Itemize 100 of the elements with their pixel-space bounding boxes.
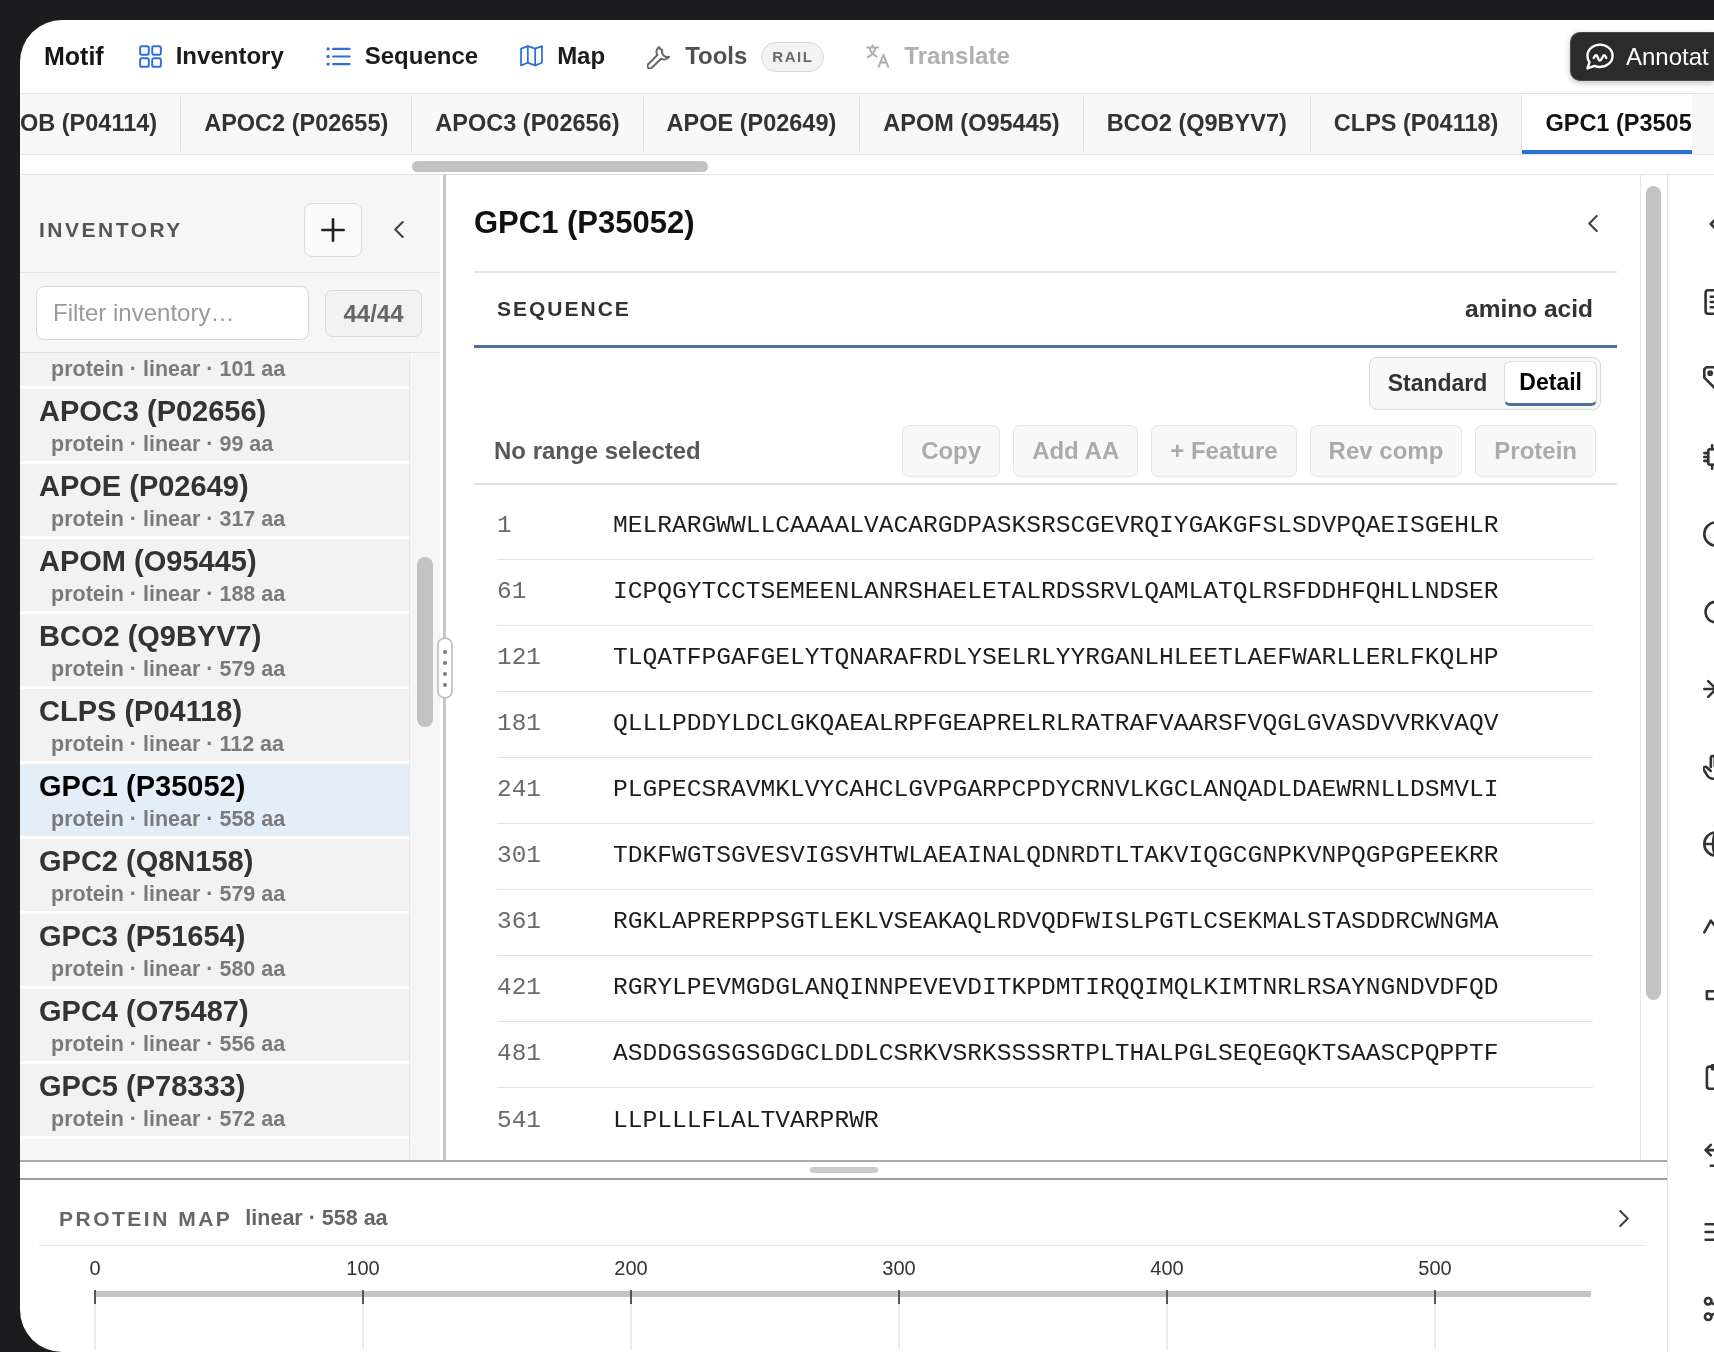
- document-title: GPC1 (P35052): [474, 203, 695, 242]
- scrollbar[interactable]: [417, 557, 433, 727]
- nav-item[interactable]: Map: [520, 42, 606, 71]
- ruler-label: 0: [89, 1257, 101, 1279]
- protein-list-item[interactable]: GPC3 (P51654) protein · linear · 580 aa: [20, 914, 409, 989]
- globe-icon[interactable]: [1703, 831, 1714, 857]
- protein-list-item[interactable]: BCO2 (Q9BYV7) protein · linear · 579 aa: [20, 614, 409, 689]
- clipboard-icon[interactable]: [1703, 1063, 1714, 1090]
- protein-list-item[interactable]: APOE (P02649) protein · linear · 317 aa: [20, 464, 409, 539]
- item-details: protein · linear · 579 aa: [51, 881, 287, 908]
- line-number: 301: [497, 841, 542, 872]
- protein-list-item[interactable]: GPC4 (O75487) protein · linear · 556 aa: [20, 989, 409, 1064]
- grid-icon: [138, 45, 162, 68]
- ruler-label: 400: [1150, 1257, 1184, 1279]
- selection-status: No range selected: [494, 436, 701, 466]
- sequence-text: LLPLLLFLALTVARPRWR: [613, 1105, 879, 1136]
- scrollbar[interactable]: [1646, 186, 1661, 1000]
- document-tab[interactable]: APOE (P02649): [643, 94, 861, 154]
- item-details: protein · linear · 558 aa: [51, 806, 287, 833]
- item-details: protein · linear · 188 aa: [51, 581, 287, 608]
- ruler-tick: [362, 1289, 364, 1305]
- map-info: linear · 558 aa: [245, 1205, 388, 1233]
- line-number: 121: [497, 643, 542, 674]
- document-icon[interactable]: [1703, 288, 1714, 315]
- ruler-tick: [630, 1289, 632, 1305]
- document-tab[interactable]: APOC2 (P02655): [181, 94, 413, 154]
- protein-list-item[interactable]: APOM (O95445) protein · linear · 188 aa: [20, 539, 409, 614]
- add-button[interactable]: [304, 202, 362, 257]
- protein-list-item[interactable]: CLPS (P04118) protein · linear · 112 aa: [20, 689, 409, 764]
- sequence-text: RGRYLPEVMGDGLANQINNPEVEVDITKPDMTIRQQIMQLKIMTNRLRSAYNGNDVDFQD: [613, 973, 1499, 1004]
- view-option[interactable]: Standard: [1372, 361, 1503, 406]
- sequence-text: PLGPECSRAVMKLVYCAHCLGVPGARPCPDYCRNVLKGCLANQADLDAEWRNLLDSMVLI: [613, 775, 1499, 806]
- scrollbar[interactable]: [412, 161, 708, 172]
- item-name: BCO2 (Q9BYV7): [39, 619, 263, 653]
- item-name: GPC1 (P35052): [39, 769, 247, 803]
- document-tab[interactable]: OB (P04114): [20, 94, 182, 154]
- chip-icon[interactable]: [1703, 443, 1714, 470]
- protein-list-item[interactable]: GPC1 (P35052) protein · linear · 558 aa: [20, 764, 409, 839]
- line-number: 541: [497, 1105, 542, 1136]
- nodes-icon[interactable]: [1703, 1296, 1714, 1322]
- protein-list-item[interactable]: GPC2 (Q8N158) protein · linear · 579 aa: [20, 839, 409, 914]
- line-number: 241: [497, 775, 542, 806]
- resize-handle[interactable]: [437, 637, 453, 699]
- item-count: 44/44: [325, 290, 422, 337]
- sequence-text: QLLLPDDYLDCLGKQAEALRPFGEAPRELRLRATRAFVAARSFVQGLGVASDVVRKVAQV: [613, 709, 1499, 740]
- panel-title: PROTEIN MAP: [59, 1205, 233, 1232]
- view-option[interactable]: Detail: [1504, 361, 1597, 406]
- document-tab[interactable]: GPC1 (P3505: [1522, 94, 1692, 154]
- document-tab[interactable]: APOM (O95445): [860, 94, 1084, 154]
- item-name: APOC3 (P02656): [39, 394, 268, 428]
- annotate-button[interactable]: Annotat: [1570, 32, 1714, 81]
- tag-icon[interactable]: [1703, 366, 1714, 392]
- item-name: CLPS (P04118): [39, 694, 244, 728]
- nav-item[interactable]: Inventory: [138, 42, 284, 71]
- hand-icon[interactable]: [1703, 753, 1714, 780]
- line-number: 361: [497, 907, 542, 938]
- ruler-tick: [94, 1289, 96, 1305]
- translate-icon: [866, 44, 891, 69]
- list-icon: [325, 47, 351, 66]
- line-number: 181: [497, 709, 542, 740]
- line-number: 421: [497, 973, 542, 1004]
- nav-item[interactable]: Tools RAIL: [647, 41, 825, 72]
- sequence-text: ICPQGYTCCTSEMEENLANRSHAELETALRDSSRVLQAMLATQLRSFDDHFQHLLNDSER: [613, 577, 1499, 608]
- panel-title: INVENTORY: [39, 216, 183, 243]
- item-details: protein · linear · 579 aa: [51, 656, 287, 683]
- ruler-tick: [1166, 1289, 1168, 1305]
- arrow-left-icon[interactable]: [1703, 1141, 1714, 1167]
- filter-field[interactable]: Filter inventory…: [36, 286, 309, 340]
- resize-handle[interactable]: [809, 1167, 878, 1173]
- chat-bubble-icon: [1586, 43, 1614, 70]
- sequence-text: TDKFWGTSGVESVIGSVHTWLAEAINALQDNRDTLTAKVIQGCGNPKVNPQGPGPEEKRR: [613, 841, 1499, 872]
- item-details: protein · linear · 572 aa: [51, 1106, 287, 1133]
- protein-list-item[interactable]: GPC5 (P78333) protein · linear · 572 aa: [20, 1064, 409, 1139]
- collapse-button[interactable]: [394, 221, 404, 238]
- item-details: protein · linear · 99 aa: [51, 431, 275, 458]
- wrench-icon: [647, 44, 672, 69]
- item-name: GPC5 (P78333): [39, 1069, 247, 1103]
- ruler-label: 100: [346, 1257, 380, 1279]
- document-tab[interactable]: BCO2 (Q9BYV7): [1083, 94, 1311, 154]
- section-title: SEQUENCE: [497, 296, 631, 323]
- app-name: Motif: [44, 40, 104, 72]
- ruler-label: 500: [1418, 1257, 1452, 1279]
- protein-list-item[interactable]: protein · linear · 101 aa: [20, 353, 409, 389]
- arc-icon[interactable]: [1703, 598, 1714, 625]
- sequence-text: ASDDGSGSGSGDGCLDDLCSRKVSRKSSSSRTPLTHALPGLSEQEGQKTSAASCPQPPTF: [613, 1039, 1499, 1070]
- map-icon: [520, 45, 544, 68]
- item-name: GPC3 (P51654): [39, 919, 247, 953]
- item-name: GPC2 (Q8N158): [39, 844, 255, 878]
- sequence-text: TLQATFPGAFGELYTQNARAFRDLYSELRLYYRGANLHLEETLAEFWARLLERLFKQLHP: [613, 643, 1499, 674]
- collapse-button[interactable]: [1588, 214, 1598, 232]
- nav-item[interactable]: Sequence: [325, 42, 479, 71]
- protein-list-item[interactable]: APOC3 (P02656) protein · linear · 99 aa: [20, 389, 409, 464]
- item-name: GPC4 (O75487): [39, 994, 250, 1028]
- line-number: 481: [497, 1039, 542, 1070]
- chevron-left-icon: [394, 221, 404, 238]
- expand-button[interactable]: [1619, 1210, 1629, 1227]
- ruler-label: 300: [882, 1257, 916, 1279]
- item-name: APOM (O95445): [39, 544, 258, 578]
- item-details: protein · linear · 112 aa: [51, 731, 285, 758]
- document-tab[interactable]: APOC3 (P02656): [412, 94, 644, 154]
